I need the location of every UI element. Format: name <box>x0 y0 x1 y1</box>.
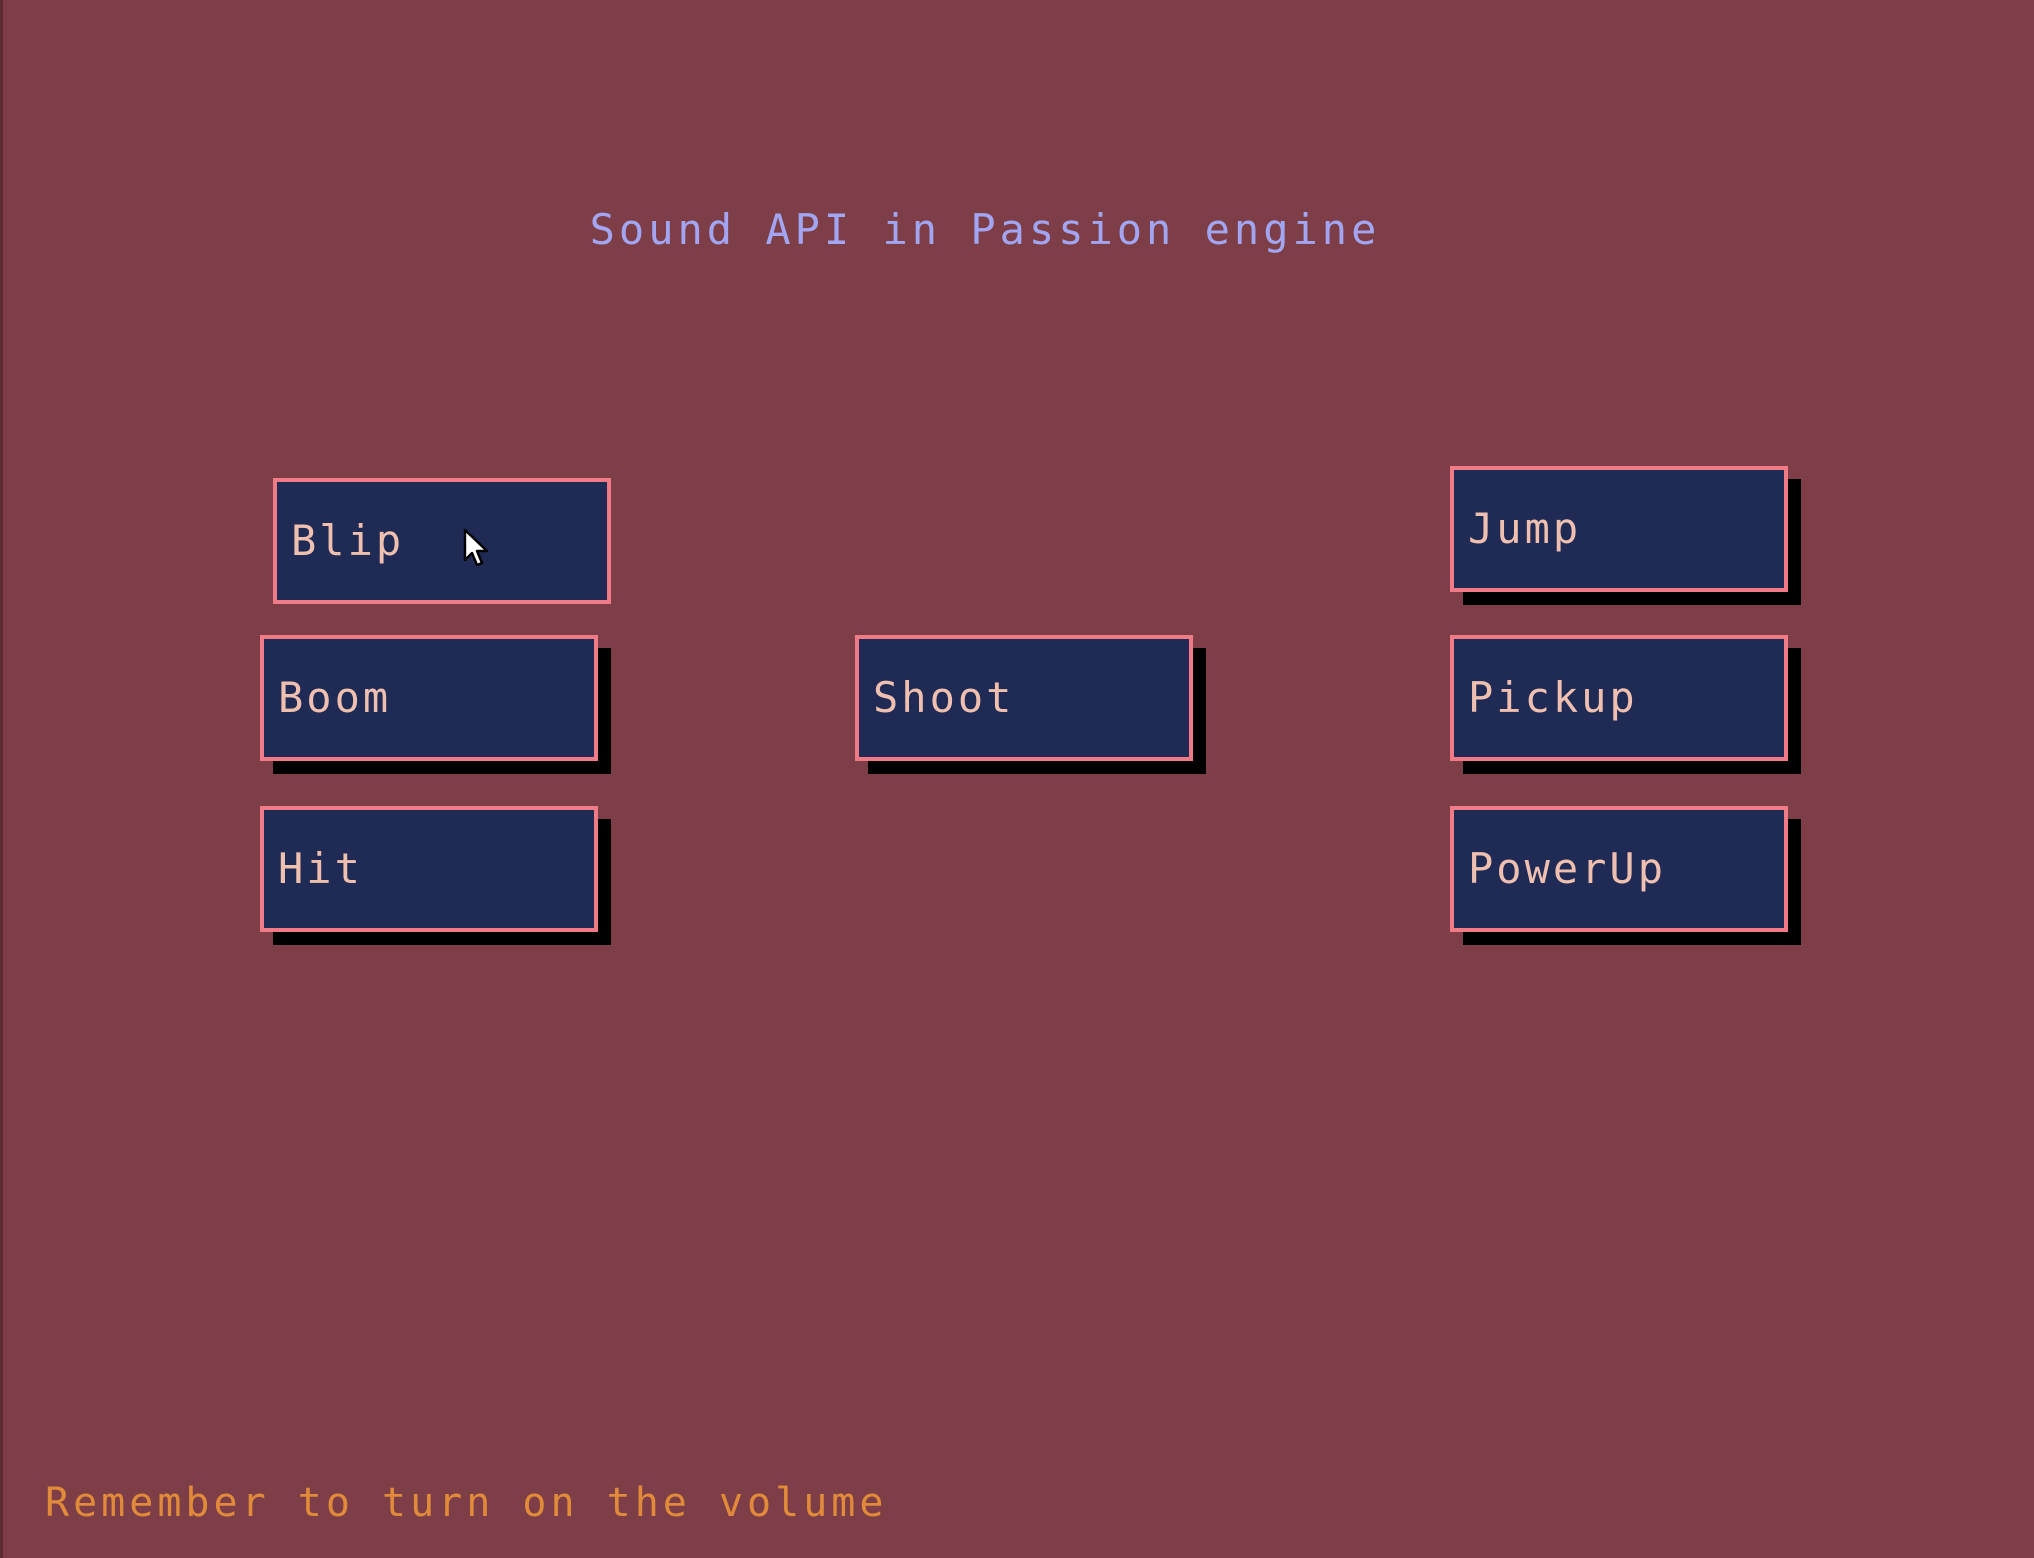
blip-button[interactable]: Blip <box>273 478 611 604</box>
pickup-button[interactable]: Pickup <box>1450 635 1788 761</box>
mouse-pointer-icon <box>463 528 489 567</box>
shoot-button[interactable]: Shoot <box>855 635 1193 761</box>
page-title: Sound API in Passion engine <box>589 205 1381 254</box>
powerup-button[interactable]: PowerUp <box>1450 806 1788 932</box>
jump-button[interactable]: Jump <box>1450 466 1788 592</box>
game-screen: Sound API in Passion engine Blip Boom Hi… <box>0 0 2034 1558</box>
boom-button[interactable]: Boom <box>260 635 598 761</box>
volume-hint: Remember to turn on the volume <box>45 1480 888 1526</box>
hit-button[interactable]: Hit <box>260 806 598 932</box>
